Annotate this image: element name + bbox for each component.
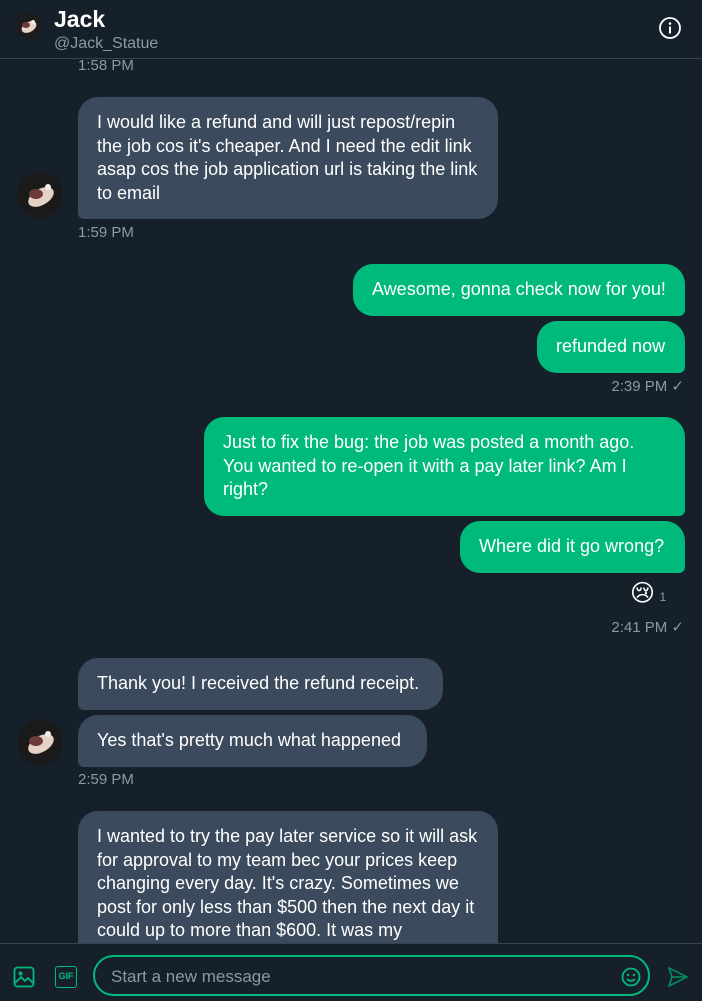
emoji-icon[interactable] (621, 967, 641, 987)
outgoing-message[interactable]: Just to fix the bug: the job was posted … (204, 417, 685, 516)
conversation-header: Jack @Jack_Statue (0, 0, 702, 59)
avatar[interactable] (17, 172, 63, 218)
outgoing-message[interactable]: refunded now (537, 321, 685, 373)
message-timestamp: 1:59 PM (78, 224, 134, 241)
crying-face-emoji: 😢 (630, 580, 656, 607)
outgoing-message[interactable]: Where did it go wrong? (460, 521, 685, 573)
message-input[interactable] (109, 965, 613, 989)
message-timestamp: 2:59 PM (78, 771, 134, 788)
message-reaction[interactable]: 😢 1 (630, 577, 666, 611)
contact-name[interactable]: Jack (54, 6, 105, 33)
incoming-message[interactable]: Thank you! I received the refund receipt… (78, 658, 443, 710)
incoming-message[interactable]: Yes that's pretty much what happened (78, 715, 427, 767)
gif-button[interactable]: GIF (55, 966, 77, 988)
message-timestamp: 2:41 PM ✓ (611, 619, 684, 636)
avatar[interactable] (17, 719, 63, 765)
outgoing-message[interactable]: Awesome, gonna check now for you! (353, 264, 685, 316)
send-icon[interactable] (667, 966, 689, 988)
message-timestamp: 2:39 PM ✓ (611, 378, 684, 395)
message-input-wrapper (93, 955, 650, 996)
image-icon[interactable] (13, 966, 35, 988)
message-timestamp: 1:58 PM (78, 59, 134, 74)
contact-handle: @Jack_Statue (54, 35, 159, 52)
info-icon[interactable] (658, 16, 682, 40)
message-thread[interactable]: 1:58 PM I would like a refund and will j… (0, 59, 702, 943)
reaction-count: 1 (659, 589, 667, 604)
incoming-message[interactable]: I would like a refund and will just repo… (78, 97, 498, 219)
message-composer: GIF (0, 943, 702, 1001)
avatar[interactable] (15, 13, 41, 39)
incoming-message[interactable]: I wanted to try the pay later service so… (78, 811, 498, 943)
